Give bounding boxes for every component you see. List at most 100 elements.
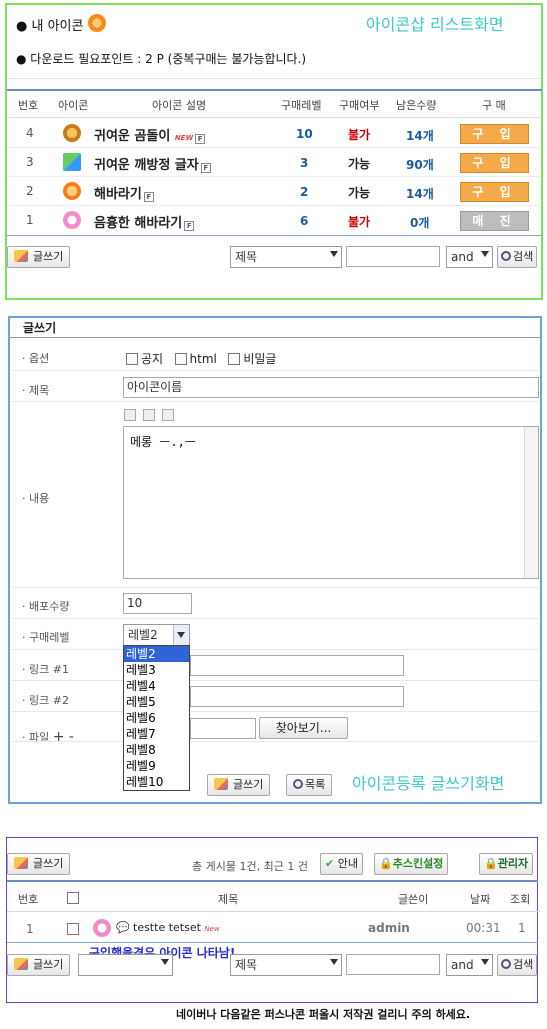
guide-button[interactable]: ✔ 안내 — [320, 853, 363, 875]
divider — [7, 117, 540, 118]
row-number: 1 — [26, 922, 34, 936]
divider — [10, 337, 540, 338]
textarea-scrollbar[interactable] — [524, 427, 538, 578]
secret-checkbox[interactable]: 비밀글 — [228, 352, 276, 366]
buy-button[interactable]: 구 입 — [460, 182, 529, 202]
buy-button[interactable]: 구 입 — [460, 124, 529, 144]
html-label: html — [189, 352, 217, 366]
editor-down-button[interactable] — [162, 409, 174, 421]
link1-input[interactable] — [190, 655, 404, 676]
level-select[interactable]: 레벨2 — [123, 624, 190, 646]
divider — [7, 176, 540, 177]
my-icon-label: 내 아이콘 — [31, 19, 84, 34]
divider — [7, 78, 540, 79]
board-search-button[interactable]: 검색 — [497, 954, 538, 976]
icon-name-link[interactable]: 귀여운 곰돌이 NEW F — [94, 125, 206, 144]
buy-button[interactable]: 구 입 — [460, 153, 529, 173]
board-top-rule — [7, 880, 538, 882]
level-option[interactable]: 레벨3 — [124, 662, 189, 678]
remaining-qty: 14개 — [406, 129, 434, 143]
divider — [7, 147, 540, 148]
level-option[interactable]: 레벨10 — [124, 774, 189, 790]
points-info: ● 다운로드 필요포인트 : 2 P (중복구매는 불가능합니다.) — [16, 52, 307, 66]
link2-input[interactable] — [190, 686, 404, 707]
search-field-select[interactable]: 제목 — [230, 246, 342, 268]
buy-status: 불가 — [348, 128, 371, 142]
search-op-select[interactable]: and — [446, 246, 493, 268]
icon-name: 해바라기 — [94, 187, 142, 202]
divider — [12, 370, 539, 371]
notice-checkbox[interactable]: 공지 — [126, 352, 163, 366]
form-write-button[interactable]: 글쓰기 — [207, 774, 271, 796]
board-write-button[interactable]: 글쓰기 — [7, 853, 71, 875]
post-summary: 총 게시물 1건, 최근 1 건 — [192, 860, 308, 873]
board-search-input[interactable] — [346, 954, 440, 975]
select-all-checkbox[interactable] — [67, 892, 79, 904]
list-button[interactable]: 목록 — [286, 774, 333, 796]
level-dropdown-list[interactable]: 레벨2 레벨3 레벨4 레벨5 레벨6 레벨7 레벨8 레벨9 레벨10 — [123, 645, 190, 791]
icon-name-link[interactable]: 음흉한 해바라기 F — [94, 212, 195, 231]
editor-reset-button[interactable] — [143, 409, 155, 421]
level-option[interactable]: 레벨7 — [124, 726, 189, 742]
count-input[interactable]: 10 — [123, 593, 192, 614]
board-write-label: 글쓰기 — [33, 857, 64, 870]
checkbox-box — [126, 353, 138, 365]
sold-out-button: 매 진 — [460, 211, 529, 231]
file-add-remove[interactable]: + - — [53, 729, 74, 745]
count-label-text: 배포수량 — [29, 600, 70, 613]
form-annotation: 아이콘등록 글쓰기화면 — [352, 774, 505, 793]
subject-input[interactable]: 아이콘이름 — [123, 377, 539, 398]
board-search-op-select[interactable]: and — [446, 954, 493, 976]
buy-level: 10 — [296, 127, 313, 141]
pencil-icon — [14, 857, 28, 869]
lock-icon: 🔒 — [484, 857, 498, 870]
level-option[interactable]: 레벨2 — [124, 646, 189, 662]
category-select[interactable] — [78, 954, 173, 976]
dropdown-button[interactable] — [173, 625, 189, 645]
footer-note: 네이버나 다음같은 퍼스나콘 퍼올시 저작권 걸리니 주의 하세요. — [176, 1008, 471, 1021]
browse-button[interactable]: 찾아보기... — [259, 717, 348, 739]
file-icon: F — [200, 163, 211, 173]
link1-label-text: 링크 #1 — [29, 663, 69, 676]
col-number: 번호 — [18, 99, 39, 112]
level-option[interactable]: 레벨8 — [124, 742, 189, 758]
pencil-icon — [214, 778, 228, 790]
link2-label-text: 링크 #2 — [29, 694, 69, 707]
search-icon — [501, 251, 511, 261]
skin-settings-button[interactable]: 🔒추스킨설정 — [374, 853, 449, 875]
level-option[interactable]: 레벨9 — [124, 758, 189, 774]
options-label: · 옵션 — [22, 352, 50, 365]
board-search-field-select[interactable]: 제목 — [230, 954, 342, 976]
row-checkbox[interactable] — [67, 923, 79, 935]
icon-name-link[interactable]: 귀여운 깨방정 글자 F — [94, 154, 211, 173]
file-path-input[interactable] — [190, 718, 256, 739]
content-label: · 내용 — [22, 492, 50, 505]
search-button[interactable]: 검색 — [497, 246, 538, 268]
search-input[interactable] — [346, 246, 440, 267]
icon-name: 귀여운 곰돌이 — [94, 129, 171, 144]
admin-button[interactable]: 🔒관리자 — [479, 853, 534, 875]
write-button[interactable]: 글쓰기 — [7, 246, 71, 268]
content-textarea[interactable]: 메롱 ㅡ.,ㅡ — [123, 426, 539, 579]
level-option[interactable]: 레벨4 — [124, 678, 189, 694]
shop-annotation: 아이콘샵 리스트화면 — [366, 15, 504, 34]
icon-name: 음흉한 해바라기 — [94, 216, 183, 231]
editor-up-button[interactable] — [124, 409, 136, 421]
icon-name-link[interactable]: 해바라기 F — [94, 183, 154, 202]
col-title: 제목 — [218, 893, 239, 906]
checkbox-box — [174, 353, 187, 365]
search-icon — [501, 959, 511, 969]
post-views: 1 — [518, 921, 526, 935]
pencil-icon — [14, 250, 28, 262]
options-label-text: 옵션 — [29, 352, 50, 365]
board-write-button-bottom[interactable]: 글쓰기 — [7, 954, 71, 976]
level-option[interactable]: 레벨5 — [124, 694, 189, 710]
html-checkbox[interactable]: html — [174, 352, 217, 366]
col-number: 번호 — [18, 893, 39, 906]
buy-level: 2 — [300, 185, 309, 199]
level-option[interactable]: 레벨6 — [124, 710, 189, 726]
col-views: 조회 — [510, 893, 531, 906]
form-title: 글쓰기 — [23, 321, 57, 335]
post-title-link[interactable]: testte tetset New — [133, 921, 220, 934]
comment-icon: 💬 — [116, 921, 130, 934]
